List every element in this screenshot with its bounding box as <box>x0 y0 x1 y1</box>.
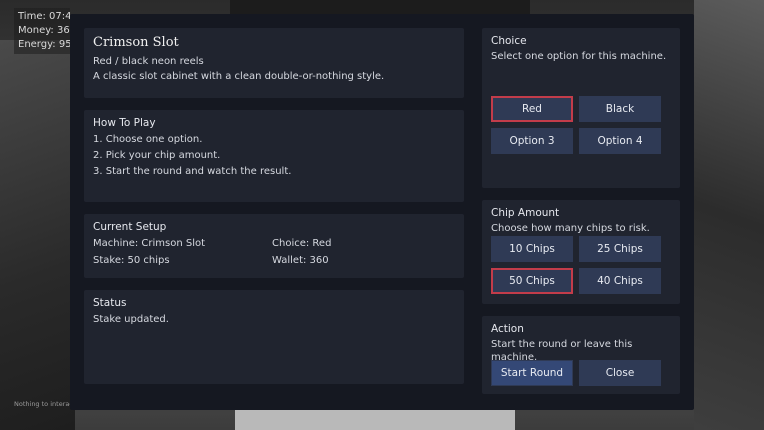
start-round-button[interactable]: Start Round <box>491 360 573 386</box>
how-to-play-panel: How To Play 1. Choose one option. 2. Pic… <box>84 110 464 202</box>
machine-description: A classic slot cabinet with a clean doub… <box>93 71 385 82</box>
chip-amount-heading: Chip Amount <box>491 207 560 219</box>
setup-choice: Choice: Red <box>272 238 332 249</box>
close-button[interactable]: Close <box>579 360 661 386</box>
wall-top <box>230 0 530 14</box>
setup-stake: Stake: 50 chips <box>93 255 170 266</box>
choice-panel: Choice Select one option for this machin… <box>482 28 680 188</box>
action-heading: Action <box>491 323 524 335</box>
status-message: Stake updated. <box>93 314 169 325</box>
how-to-play-heading: How To Play <box>93 117 156 129</box>
choice-option-3-button[interactable]: Option 3 <box>491 128 573 154</box>
hud-time: Time: 07:47 <box>18 11 70 22</box>
chip-amount-panel: Chip Amount Choose how many chips to ris… <box>482 200 680 304</box>
choice-black-button[interactable]: Black <box>579 96 661 122</box>
action-panel: Action Start the round or leave this mac… <box>482 316 680 394</box>
machine-subtitle: Red / black neon reels <box>93 56 204 67</box>
status-heading: Status <box>93 297 127 309</box>
chips-50-button[interactable]: 50 Chips <box>491 268 573 294</box>
current-setup-panel: Current Setup Machine: Crimson Slot Choi… <box>84 214 464 278</box>
hud-money: Money: 360 <box>18 25 70 36</box>
chips-40-button[interactable]: 40 Chips <box>579 268 661 294</box>
choice-red-button[interactable]: Red <box>491 96 573 122</box>
current-setup-heading: Current Setup <box>93 221 167 233</box>
how-to-play-step: 3. Start the round and watch the result. <box>93 166 292 177</box>
choice-option-4-button[interactable]: Option 4 <box>579 128 661 154</box>
how-to-play-step: 2. Pick your chip amount. <box>93 150 221 161</box>
machine-info-panel: Crimson Slot Red / black neon reels A cl… <box>84 28 464 98</box>
hud-energy: Energy: 95 <box>18 39 70 50</box>
slot-machine-dialog: Crimson Slot Red / black neon reels A cl… <box>70 14 694 410</box>
machine-title: Crimson Slot <box>93 35 179 50</box>
setup-machine: Machine: Crimson Slot <box>93 238 206 249</box>
floor-left <box>0 40 75 430</box>
chips-25-button[interactable]: 25 Chips <box>579 236 661 262</box>
setup-wallet: Wallet: 360 <box>272 255 329 266</box>
cabinet-base <box>235 410 515 430</box>
how-to-play-step: 1. Choose one option. <box>93 134 203 145</box>
floor-right <box>694 0 764 430</box>
choice-subtitle: Select one option for this machine. <box>491 51 667 62</box>
status-panel: Status Stake updated. <box>84 290 464 384</box>
chips-10-button[interactable]: 10 Chips <box>491 236 573 262</box>
choice-heading: Choice <box>491 35 527 47</box>
chip-amount-subtitle: Choose how many chips to risk. <box>491 223 650 234</box>
hud-stats: Time: 07:47 Money: 360 Energy: 95 <box>14 8 70 54</box>
interaction-hint: Nothing to interact <box>14 400 70 408</box>
